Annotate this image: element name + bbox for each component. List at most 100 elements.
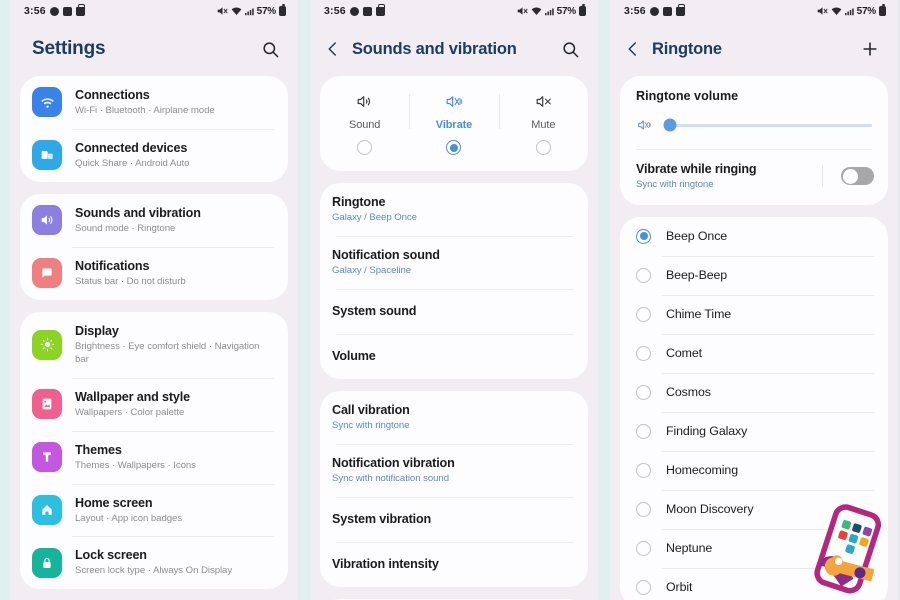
themes-icon: [32, 442, 62, 473]
row-text: Home screen Layout · App icon badges: [75, 495, 274, 526]
sidebar-item-notifications[interactable]: Notifications Status bar · Do not distur…: [20, 246, 288, 300]
sidebar-item-display[interactable]: Display Brightness · Eye comfort shield …: [20, 312, 288, 378]
list-item-subtitle: Brightness · Eye comfort shield · Naviga…: [75, 340, 260, 365]
page-title: Sounds and vibration: [352, 39, 517, 58]
ringtone-volume-slider[interactable]: [620, 109, 888, 149]
vibrate-while-ringing-toggle[interactable]: [841, 167, 874, 186]
ringtone-radio[interactable]: [636, 579, 651, 595]
list-item-notification-sound[interactable]: Notification sound Galaxy / Spaceline: [320, 235, 588, 289]
slider-track[interactable]: [663, 118, 872, 132]
ringtone-option[interactable]: Cosmos: [620, 372, 888, 412]
sound-mode-radio[interactable]: [535, 140, 551, 155]
connected-devices-icon: [32, 140, 62, 171]
ringtone-volume-card: Ringtone volume Vibrate while ringing Sy…: [620, 76, 888, 205]
row-text: System sound: [332, 303, 574, 320]
list-item-title: Vibration intensity: [332, 556, 439, 571]
sidebar-item-themes[interactable]: Themes Themes · Wallpapers · Icons: [20, 430, 288, 484]
sound-mode-option-vibrate[interactable]: Vibrate: [409, 90, 498, 155]
brightness-icon: [32, 329, 62, 360]
list-item-title: Vibrate while ringing: [636, 162, 757, 176]
ringtone-list[interactable]: Beep Once Beep-Beep Chime Time Comet Cosmos F…: [620, 216, 888, 600]
sidebar-item-wallpaper-and-style[interactable]: Wallpaper and style Wallpapers · Color p…: [20, 377, 288, 431]
search-icon[interactable]: [258, 37, 282, 61]
list-item-subtitle: Galaxy / Spaceline: [332, 264, 412, 276]
status-bar-left: 3:56: [24, 4, 85, 17]
vibrate-icon: [444, 90, 463, 112]
vibrate-while-ringing-row[interactable]: Vibrate while ringing Sync with ringtone: [620, 150, 888, 205]
back-chevron-icon[interactable]: [624, 40, 642, 58]
camera-icon: [49, 6, 59, 16]
ringtone-radio[interactable]: [636, 462, 651, 478]
list-item-subtitle: Sound mode · Ringtone: [75, 222, 176, 234]
battery-icon: [879, 4, 886, 16]
search-icon[interactable]: [558, 37, 582, 61]
sidebar-item-connected-devices[interactable]: Connected devices Quick Share · Android …: [20, 128, 288, 182]
sounds-header: Sounds and vibration: [310, 22, 598, 76]
ringtone-option[interactable]: Beep-Beep: [620, 255, 888, 295]
ringtone-content[interactable]: Ringtone volume Vibrate while ringing Sy…: [610, 76, 898, 600]
ringtone-label: Homecoming: [666, 463, 738, 478]
volume-mute-icon: [534, 90, 553, 112]
sound-mode-radio[interactable]: [446, 140, 462, 155]
sounds-list[interactable]: Ringtone Galaxy / Beep Once Notification…: [310, 183, 598, 600]
ringtone-radio[interactable]: [636, 384, 651, 400]
ringtone-label: Comet: [666, 346, 702, 361]
list-item-title: Notifications: [75, 258, 150, 273]
ringtone-radio[interactable]: [636, 540, 651, 556]
page-title: Settings: [32, 38, 106, 59]
list-item-system-sound[interactable]: System sound: [320, 288, 588, 334]
back-chevron-icon[interactable]: [324, 40, 342, 58]
ringtone-radio[interactable]: [636, 501, 651, 517]
ringtone-header: Ringtone: [610, 22, 898, 76]
status-bar-right: 57%: [517, 4, 586, 17]
ringtone-option[interactable]: Comet: [620, 333, 888, 373]
list-item-system-vibration[interactable]: System vibration: [320, 496, 588, 542]
sound-mode-option-mute[interactable]: Mute: [498, 90, 588, 155]
bag-icon: [675, 4, 685, 16]
sound-mode-radio[interactable]: [357, 140, 373, 155]
ringtone-radio[interactable]: [636, 423, 651, 439]
sound-mode-label: Sound: [349, 119, 381, 131]
wifi-icon: [831, 6, 842, 16]
ringtone-option[interactable]: Beep Once: [620, 217, 888, 256]
sound-mode-label: Mute: [531, 119, 556, 131]
slider-thumb[interactable]: [663, 118, 677, 132]
ringtone-option[interactable]: Chime Time: [620, 294, 888, 334]
sound-mode-selector[interactable]: Sound Vibrate Mute: [320, 76, 588, 171]
sidebar-item-lock-screen[interactable]: Lock screen Screen lock type · Always On…: [20, 536, 288, 589]
ringtone-radio[interactable]: [636, 267, 651, 283]
ringtone-label: Beep Once: [666, 229, 728, 244]
status-bar: 3:56 57%: [10, 0, 298, 22]
sound-mode-option-sound[interactable]: Sound: [320, 90, 409, 155]
ringtone-option[interactable]: Neptune: [620, 528, 888, 568]
list-item-vibration-intensity[interactable]: Vibration intensity: [320, 541, 588, 587]
list-item-call-vibration[interactable]: Call vibration Sync with ringtone: [320, 391, 588, 444]
ringtone-option[interactable]: Homecoming: [620, 450, 888, 490]
ringtone-radio[interactable]: [636, 306, 651, 322]
list-item-subtitle: Galaxy / Beep Once: [332, 212, 417, 223]
list-item-title: Sounds and vibration: [75, 205, 201, 220]
notifications-icon: [32, 258, 62, 289]
list-item-ringtone[interactable]: Ringtone Galaxy / Beep Once: [320, 183, 588, 236]
list-item-notification-vibration[interactable]: Notification vibration Sync with notific…: [320, 443, 588, 497]
bag-icon: [75, 4, 85, 16]
battery-icon: [579, 4, 586, 16]
ringtone-volume-label: Ringtone volume: [636, 89, 739, 103]
plus-icon[interactable]: [858, 37, 882, 61]
sidebar-item-home-screen[interactable]: Home screen Layout · App icon badges: [20, 483, 288, 537]
list-item-volume[interactable]: Volume: [320, 333, 588, 379]
ringtone-radio[interactable]: [636, 345, 651, 361]
sidebar-item-sounds-and-vibration[interactable]: Sounds and vibration Sound mode · Ringto…: [20, 194, 288, 247]
sidebar-item-connections[interactable]: Connections Wi-Fi · Bluetooth · Airplane…: [20, 76, 288, 129]
row-text: Notifications Status bar · Do not distur…: [75, 258, 274, 289]
ringtone-option[interactable]: Finding Galaxy: [620, 411, 888, 451]
list-item-title: Notification vibration: [332, 455, 455, 470]
divider: [822, 166, 823, 187]
wifi-icon: [231, 6, 242, 16]
settings-list[interactable]: Connections Wi-Fi · Bluetooth · Airplane…: [10, 76, 298, 600]
ringtone-radio[interactable]: [636, 228, 651, 244]
status-bar: 3:56 57%: [310, 0, 598, 22]
ringtone-option[interactable]: Moon Discovery: [620, 489, 888, 529]
signal-icon: [844, 7, 854, 16]
ringtone-option[interactable]: Orbit: [620, 567, 888, 600]
